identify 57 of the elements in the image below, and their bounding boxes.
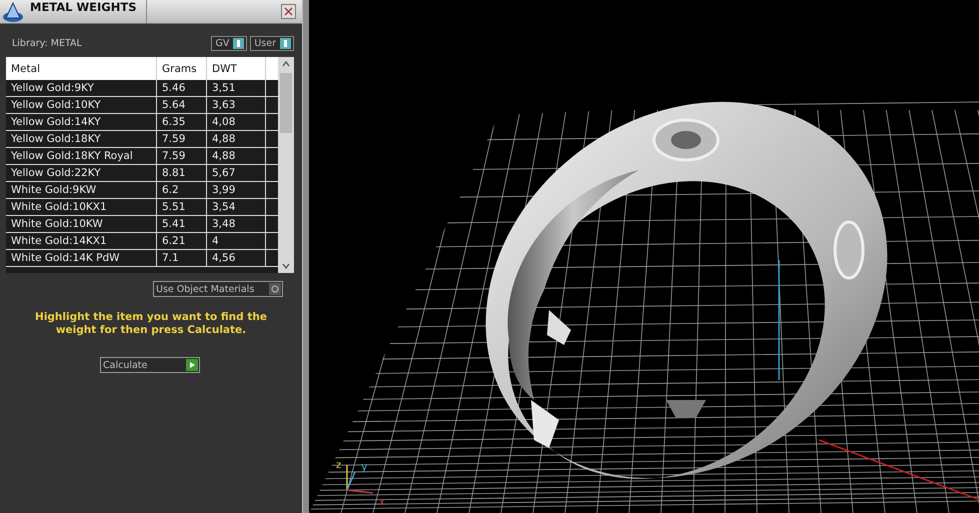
table-cell[interactable]: White Gold:9KW bbox=[6, 182, 157, 199]
close-button[interactable] bbox=[281, 4, 296, 19]
instruction-text: Highlight the item you want to find the weight for then press Calculate. bbox=[34, 311, 268, 337]
table-cell[interactable]: 4 bbox=[207, 233, 266, 250]
table-cell[interactable]: 7.59 bbox=[157, 148, 207, 165]
table-cell[interactable]: Yellow Gold:18KY Royal bbox=[6, 148, 157, 165]
table-cell[interactable]: 3,99 bbox=[207, 182, 266, 199]
toggle-indicator-icon bbox=[233, 38, 244, 49]
radio-icon bbox=[269, 283, 281, 295]
table-cell[interactable]: White Gold:14KX1 bbox=[6, 233, 157, 250]
close-icon bbox=[284, 7, 293, 16]
table-cell[interactable]: 6.2 bbox=[157, 182, 207, 199]
toggle-button[interactable]: User bbox=[250, 36, 294, 51]
panel-title: METAL WEIGHTS bbox=[24, 0, 147, 23]
table-cell[interactable]: White Gold:14K PdW bbox=[6, 250, 157, 267]
table-cell[interactable]: 6.35 bbox=[157, 114, 207, 131]
calculate-button[interactable]: Calculate bbox=[100, 357, 200, 373]
empty-header bbox=[266, 57, 278, 80]
scrollbar[interactable] bbox=[278, 57, 294, 273]
table-cell[interactable]: 4,88 bbox=[207, 131, 266, 148]
gem-setting-drawing bbox=[531, 400, 559, 448]
toggle-button[interactable]: GV bbox=[211, 36, 248, 51]
column-header[interactable]: DWT bbox=[207, 57, 266, 80]
table-cell[interactable]: Yellow Gold:14KY bbox=[6, 114, 157, 131]
table-cell[interactable]: 5.46 bbox=[157, 80, 207, 97]
table-cell[interactable]: Yellow Gold:18KY bbox=[6, 131, 157, 148]
library-label: Library: METAL bbox=[12, 38, 82, 49]
table-cell[interactable]: 4,08 bbox=[207, 114, 266, 131]
z-axis-gizmo-line bbox=[346, 465, 348, 490]
table-cell[interactable]: White Gold:10KX1 bbox=[6, 199, 157, 216]
table-cell[interactable]: 5,67 bbox=[207, 165, 266, 182]
table-cell[interactable]: 4,88 bbox=[207, 148, 266, 165]
column-header[interactable]: Metal bbox=[6, 57, 157, 80]
table-cell[interactable]: 5.64 bbox=[157, 97, 207, 114]
y-axis-gizmo-line bbox=[346, 472, 356, 490]
play-icon bbox=[186, 359, 198, 371]
column-header[interactable]: Grams bbox=[157, 57, 207, 80]
table-cell[interactable]: Yellow Gold:9KY bbox=[6, 80, 157, 97]
table-cell[interactable]: 3,51 bbox=[207, 80, 266, 97]
table-cell[interactable]: White Gold:10KW bbox=[6, 216, 157, 233]
table-cell[interactable]: 6.21 bbox=[157, 233, 207, 250]
table-cell[interactable]: 3,63 bbox=[207, 97, 266, 114]
table-cell[interactable]: 8.81 bbox=[157, 165, 207, 182]
pyramid-logo-icon bbox=[2, 0, 24, 22]
scroll-thumb[interactable] bbox=[280, 73, 292, 133]
table-cell[interactable]: 5.41 bbox=[157, 216, 207, 233]
table-cell[interactable]: Yellow Gold:10KY bbox=[6, 97, 157, 114]
x-axis-gizmo-line bbox=[346, 489, 374, 494]
use-object-materials-toggle[interactable]: Use Object Materials bbox=[153, 281, 283, 297]
table-cell[interactable]: 4,56 bbox=[207, 250, 266, 267]
table-cell[interactable]: 7.59 bbox=[157, 131, 207, 148]
table-cell[interactable]: 3,48 bbox=[207, 216, 266, 233]
table-cell[interactable]: 7.1 bbox=[157, 250, 207, 267]
toggle-indicator-icon bbox=[280, 38, 291, 49]
table-cell[interactable]: 3,54 bbox=[207, 199, 266, 216]
table-cell[interactable]: 5.51 bbox=[157, 199, 207, 216]
table-cell[interactable]: Yellow Gold:22KY bbox=[6, 165, 157, 182]
